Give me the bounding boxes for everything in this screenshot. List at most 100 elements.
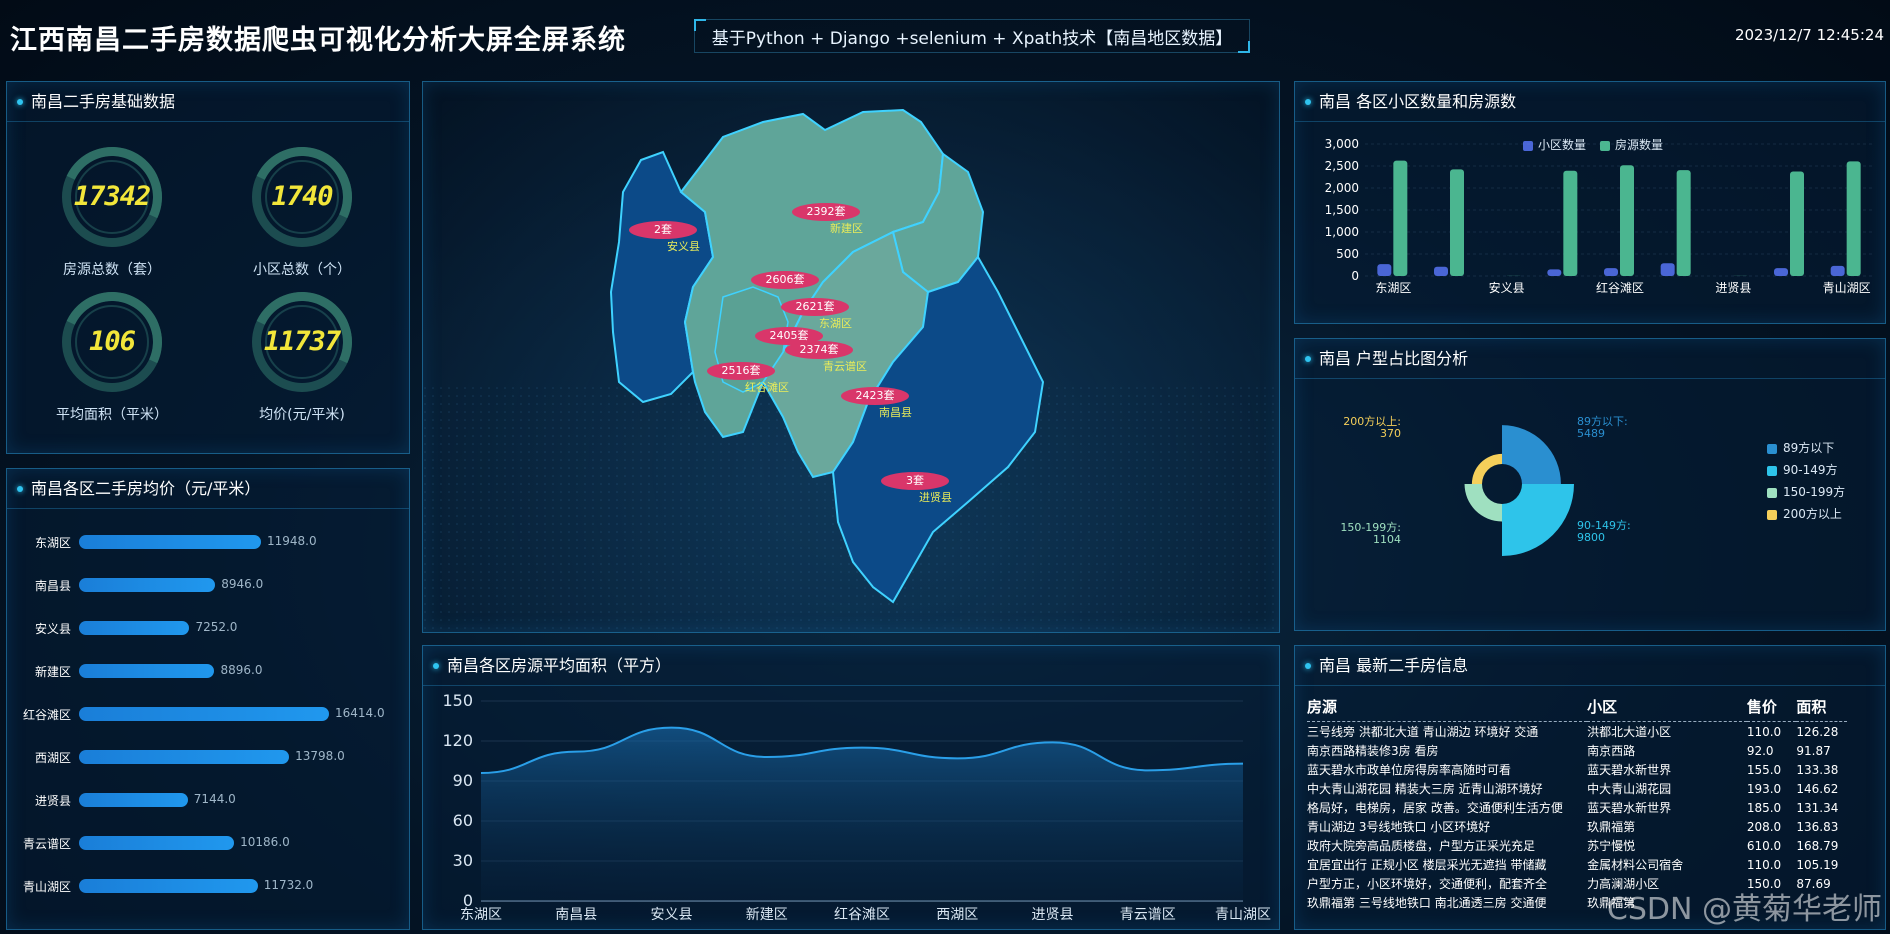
area-point[interactable] bbox=[1146, 768, 1150, 772]
area-point[interactable] bbox=[765, 755, 769, 759]
community-count-bar[interactable] bbox=[1434, 266, 1448, 276]
area-point[interactable] bbox=[1051, 740, 1055, 744]
map-district-name: 青云谱区 bbox=[823, 360, 867, 373]
map-pin[interactable]: 2621套 bbox=[781, 298, 849, 316]
legend-item[interactable]: 150-199方 bbox=[1767, 483, 1845, 500]
map-pin[interactable]: 2套 bbox=[629, 221, 697, 239]
stat-value: 11737 bbox=[263, 326, 341, 357]
community-count-bar[interactable] bbox=[1377, 264, 1392, 276]
table-cell: 蓝天碧水新世界 bbox=[1587, 763, 1672, 777]
y-tick-label: 1,500 bbox=[1325, 203, 1359, 217]
listing-count-bar[interactable] bbox=[1563, 170, 1578, 276]
panel-title: 南昌各区房源平均面积（平方） bbox=[423, 646, 1279, 686]
bar-value-label: 7252.0 bbox=[195, 620, 238, 634]
pie-slice[interactable] bbox=[1471, 453, 1502, 484]
map-district-name: 东湖区 bbox=[819, 317, 852, 330]
area-point[interactable] bbox=[574, 750, 578, 754]
y-tick-label: 0 bbox=[1351, 269, 1359, 283]
y-tick-label: 30 bbox=[453, 851, 473, 870]
area-point[interactable] bbox=[479, 771, 483, 775]
table-row[interactable]: 蓝天碧水市政单位房得房率高随时可看 蓝天碧水新世界 155.0 133.38 bbox=[1307, 760, 1847, 779]
listing-count-bar[interactable] bbox=[1620, 165, 1634, 276]
x-tick-label: 青云谱区 bbox=[1120, 907, 1176, 923]
price-bar-row[interactable]: 红谷滩区 16414.0 bbox=[7, 699, 415, 727]
community-count-bar[interactable] bbox=[1547, 269, 1562, 276]
x-tick-label: 进贤县 bbox=[1032, 907, 1074, 923]
panel-title: 南昌二手房基础数据 bbox=[7, 82, 409, 122]
table-row[interactable]: 青山湖边 3号线地铁口 小区环境好 玖鼎福第 208.0 136.83 bbox=[1307, 817, 1847, 836]
listing-count-bar[interactable] bbox=[1790, 171, 1804, 276]
subtitle-text: 基于Python + Django +selenium + Xpath技术【南昌… bbox=[711, 28, 1233, 49]
pie-slice[interactable] bbox=[1464, 484, 1502, 522]
stat-label: 平均面积（平米） bbox=[56, 407, 168, 423]
price-bar-row[interactable]: 西湖区 13798.0 bbox=[7, 742, 415, 770]
table-cell: 政府大院旁高品质楼盘，户型方正采光充足 bbox=[1307, 839, 1536, 853]
bar-category-label: 安义县 bbox=[34, 622, 71, 636]
table-row[interactable]: 政府大院旁高品质楼盘，户型方正采光充足 苏宁慢悦 610.0 168.79 bbox=[1307, 836, 1847, 855]
x-tick-label: 红谷滩区 bbox=[1596, 280, 1644, 295]
table-row[interactable]: 中大青山湖花园 精装大三房 近青山湖环境好 中大青山湖花园 193.0 146.62 bbox=[1307, 779, 1847, 798]
price-bar-row[interactable]: 青云谱区 10186.0 bbox=[7, 828, 415, 856]
y-tick-label: 2,500 bbox=[1325, 159, 1359, 173]
map-pin[interactable]: 3套 bbox=[881, 472, 949, 490]
bullet-icon bbox=[17, 486, 23, 492]
bar-category-label: 进贤县 bbox=[34, 794, 71, 808]
listing-count-bar[interactable] bbox=[1676, 170, 1691, 276]
community-count-bar[interactable] bbox=[1830, 265, 1845, 276]
stat-label: 均价(元/平米) bbox=[259, 407, 345, 423]
table-cell: 玖鼎福第 bbox=[1587, 820, 1636, 834]
table-cell: 南京西路精装修3房 看房 bbox=[1307, 744, 1439, 758]
table-row[interactable]: 三号线旁 洪都北大道 青山湖边 环境好 交通 洪都北大道小区 110.0 126.28 bbox=[1307, 722, 1847, 742]
table-row[interactable]: 格局好，电梯房，居家 改善。交通便利生活方便 蓝天碧水新世界 185.0 131.34 bbox=[1307, 798, 1847, 817]
map-pin[interactable]: 2392套 bbox=[792, 203, 860, 221]
community-count-bar[interactable] bbox=[1604, 268, 1618, 276]
legend-item[interactable]: 89方以下 bbox=[1767, 439, 1834, 456]
area-point[interactable] bbox=[860, 746, 864, 750]
bar-category-label: 红谷滩区 bbox=[22, 708, 71, 722]
price-bar-row[interactable]: 安义县 7252.0 bbox=[7, 613, 415, 641]
column-header: 小区 bbox=[1587, 696, 1747, 722]
community-count-bar[interactable] bbox=[1660, 263, 1675, 276]
table-row[interactable]: 宜居宜出行 正规小区 楼层采光无遮挡 带储藏 金属材料公司宿舍 110.0 105.1… bbox=[1307, 855, 1847, 874]
price-bar-row[interactable]: 青山湖区 11732.0 bbox=[7, 871, 415, 899]
map-pin[interactable]: 2516套 bbox=[707, 362, 775, 380]
price-bar bbox=[79, 664, 215, 678]
table-cell: 三号线旁 洪都北大道 青山湖边 环境好 交通 bbox=[1307, 725, 1539, 739]
map-district-name: 新建区 bbox=[830, 222, 863, 235]
bar-value-label: 13798.0 bbox=[295, 749, 345, 763]
bar-category-label: 东湖区 bbox=[34, 536, 71, 550]
price-bar-row[interactable]: 新建区 8896.0 bbox=[7, 656, 415, 684]
table-cell: 136.83 bbox=[1796, 819, 1839, 834]
map-pin[interactable]: 2374套 bbox=[785, 341, 853, 359]
x-tick-label: 青山湖区 bbox=[1823, 280, 1871, 295]
pie-slice[interactable] bbox=[1502, 484, 1574, 556]
table-cell: 131.34 bbox=[1796, 800, 1839, 815]
table-cell: 155.0 bbox=[1746, 762, 1782, 777]
listing-count-bar[interactable] bbox=[1393, 160, 1408, 276]
column-header: 面积 bbox=[1796, 696, 1847, 722]
listing-count-bar[interactable] bbox=[1450, 169, 1464, 276]
price-bar-row[interactable]: 进贤县 7144.0 bbox=[7, 785, 415, 813]
x-tick-label: 南昌县 bbox=[555, 907, 597, 923]
y-tick-label: 150 bbox=[442, 691, 473, 710]
basic-data-panel: 南昌二手房基础数据 17342 房源总数（套） 1740 小区总数（个） 106… bbox=[6, 81, 410, 454]
map-pin[interactable]: 2423套 bbox=[841, 387, 909, 405]
community-count-bar[interactable] bbox=[1774, 268, 1788, 276]
listing-count-bar[interactable] bbox=[1846, 161, 1861, 276]
legend-item[interactable]: 90-149方 bbox=[1767, 461, 1838, 478]
table-cell: 208.0 bbox=[1746, 819, 1782, 834]
area-point[interactable] bbox=[1241, 762, 1245, 766]
price-bar-row[interactable]: 东湖区 11948.0 bbox=[7, 527, 415, 555]
legend-item[interactable]: 200方以上 bbox=[1767, 505, 1842, 522]
area-point[interactable] bbox=[955, 756, 959, 760]
table-row[interactable]: 南京西路精装修3房 看房 南京西路 92.0 91.87 bbox=[1307, 741, 1847, 760]
bar-value-label: 11732.0 bbox=[263, 878, 314, 892]
price-bar-row[interactable]: 南昌县 8946.0 bbox=[7, 570, 415, 598]
map-pin[interactable]: 2606套 bbox=[751, 271, 819, 289]
area-point[interactable] bbox=[670, 726, 674, 730]
column-header: 房源 bbox=[1307, 696, 1588, 722]
legend-swatch bbox=[1767, 509, 1777, 520]
bar-value-label: 11948.0 bbox=[266, 534, 317, 548]
x-tick-label: 安义县 bbox=[1489, 280, 1525, 295]
pie-slice[interactable] bbox=[1502, 425, 1561, 484]
